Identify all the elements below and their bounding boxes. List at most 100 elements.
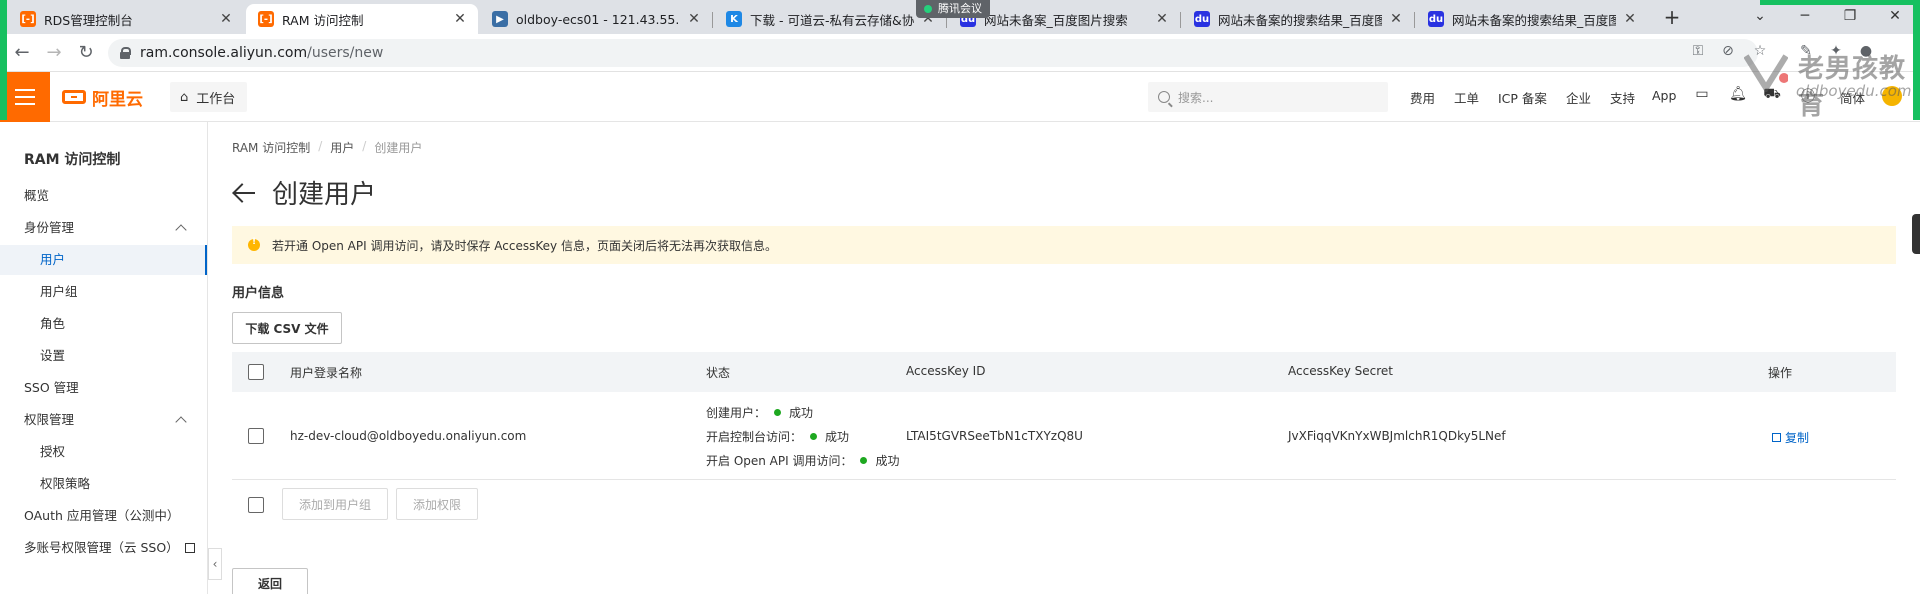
success-dot-icon	[774, 408, 782, 416]
home-icon: ⌂	[180, 89, 189, 105]
scroll-handle[interactable]	[1912, 214, 1920, 254]
meeting-badge[interactable]: 腾讯会议	[916, 0, 990, 18]
nav-enterprise[interactable]: 企业	[1566, 88, 1591, 107]
profile-icon[interactable]: ●	[1856, 43, 1876, 63]
sidebar-item-sso[interactable]: SSO 管理	[0, 373, 207, 403]
sidebar-item-roles[interactable]: 角色	[0, 309, 207, 339]
menu-icon[interactable]	[0, 72, 50, 122]
sidebar-collapse-button[interactable]: ‹	[208, 548, 222, 580]
page-header: 创建用户	[232, 174, 376, 211]
browser-tab-title: 网站未备案的搜索结果_百度图片	[1218, 12, 1382, 28]
accesskey-id: LTAI5tGVRSeeTbN1cTXYzQ8U	[906, 429, 1083, 443]
lock-icon	[120, 47, 131, 59]
help-icon[interactable]: ⓘ	[1798, 86, 1818, 106]
select-all-checkbox[interactable]	[248, 364, 264, 380]
browser-tab-title: oldboy-ecs01 - 121.43.55.12	[516, 11, 680, 27]
reload-icon[interactable]: ↻	[74, 41, 98, 65]
close-tab-icon[interactable]: ✕	[452, 11, 468, 27]
breadcrumb-ram[interactable]: RAM 访问控制	[232, 139, 310, 156]
nav-icp[interactable]: ICP 备案	[1498, 88, 1547, 107]
sidebar-item-grants[interactable]: 授权	[0, 437, 207, 467]
browser-tab-title: 网站未备案_百度图片搜索	[984, 12, 1128, 28]
browser-tab-ecs[interactable]: ▶ oldboy-ecs01 - 121.43.55.12 ✕	[480, 4, 712, 34]
success-dot-icon	[860, 456, 868, 464]
browser-tab-rds[interactable]: [-] RDS管理控制台 ✕	[8, 4, 244, 34]
url-field[interactable]: ram.console.aliyun.com/users/new	[108, 39, 1758, 67]
nav-ticket[interactable]: 工单	[1454, 88, 1479, 107]
sidebar-item-identity[interactable]: 身份管理	[0, 213, 207, 243]
sidebar-item-oauth[interactable]: OAuth 应用管理（公测中）	[0, 501, 207, 531]
sidebar-item-permissions[interactable]: 权限管理	[0, 405, 207, 435]
download-csv-button[interactable]: 下载 CSV 文件	[232, 312, 342, 344]
back-arrow-icon[interactable]	[232, 181, 256, 205]
sidebar-item-overview[interactable]: 概览	[0, 181, 207, 211]
breadcrumb-users[interactable]: 用户	[330, 139, 354, 156]
close-tab-icon[interactable]: ✕	[1154, 11, 1170, 27]
sidebar-item-label: 身份管理	[24, 220, 75, 235]
aliyun-favicon-icon: [-]	[20, 11, 36, 27]
screen-frame-left	[0, 0, 7, 120]
breadcrumb: RAM 访问控制 / 用户 / 创建用户	[232, 139, 422, 156]
baidu-favicon-icon: du	[1428, 11, 1444, 27]
browser-tab-baidu-2[interactable]: du 网站未备案的搜索结果_百度图片 ✕	[1182, 4, 1414, 34]
section-title: 用户信息	[232, 286, 285, 301]
copy-label: 复制	[1785, 431, 1810, 445]
browser-tab-kodcloud[interactable]: K 下载 - 可道云-私有云存储&协同 ✕	[714, 4, 946, 34]
aliyun-logo[interactable]: 阿里云	[62, 86, 143, 110]
bookmark-star-icon[interactable]: ☆	[1750, 43, 1770, 63]
restore-button[interactable]: ❐	[1830, 4, 1870, 28]
page-title: 创建用户	[272, 180, 377, 210]
avatar[interactable]	[1882, 86, 1902, 106]
extensions-icon[interactable]: ✎	[1796, 43, 1816, 63]
new-tab-button[interactable]: +	[1660, 6, 1684, 30]
search-placeholder: 搜索...	[1178, 90, 1214, 105]
puzzle-icon[interactable]: ✦	[1826, 43, 1846, 63]
browser-tab-title: 下载 - 可道云-私有云存储&协同	[750, 12, 914, 28]
key-icon[interactable]: ⚿	[1688, 43, 1708, 63]
close-tab-icon[interactable]: ✕	[1388, 11, 1404, 27]
column-actions: 操作	[1768, 366, 1793, 380]
close-tab-icon[interactable]: ✕	[218, 11, 234, 27]
breadcrumb-separator: /	[362, 139, 367, 153]
tab-search-icon[interactable]: ⌄	[1740, 4, 1780, 28]
table-header: 用户登录名称 状态 AccessKey ID AccessKey Secret …	[232, 352, 1896, 392]
browser-tab-baidu-3[interactable]: du 网站未备案的搜索结果_百度图片 ✕	[1416, 4, 1648, 34]
sidebar-item-settings[interactable]: 设置	[0, 341, 207, 371]
nav-billing[interactable]: 费用	[1410, 88, 1435, 107]
translate-icon[interactable]: ⊘	[1718, 43, 1738, 63]
status-item: 开启控制台访问： 成功	[706, 424, 900, 448]
bell-icon[interactable]: 🔔︎	[1728, 86, 1748, 106]
ssh-favicon-icon: ▶	[492, 11, 508, 27]
add-to-group-button[interactable]: 添加到用户组	[282, 488, 388, 520]
sidebar-item-cloud-sso[interactable]: 多账号权限管理（云 SSO）	[0, 533, 207, 563]
close-window-button[interactable]: ✕	[1875, 4, 1915, 28]
minimize-button[interactable]: ─	[1785, 4, 1825, 28]
sidebar-item-policies[interactable]: 权限策略	[0, 469, 207, 499]
cart-icon[interactable]: ⛟	[1762, 86, 1782, 106]
console-search-input[interactable]: 搜索...	[1148, 82, 1388, 112]
sidebar-item-user-groups[interactable]: 用户组	[0, 277, 207, 307]
footer-select-checkbox[interactable]	[248, 497, 264, 513]
copy-button[interactable]: 复制	[1772, 429, 1809, 446]
chevron-up-icon	[175, 416, 187, 428]
workbench-button[interactable]: ⌂ 工作台	[170, 82, 248, 112]
nav-app[interactable]: App	[1652, 88, 1676, 103]
return-button[interactable]: 返回	[232, 568, 308, 594]
sidebar-item-users[interactable]: 用户	[0, 245, 207, 275]
aliyun-logo-icon	[62, 90, 86, 104]
screen-frame-right	[1913, 0, 1920, 120]
language-switch[interactable]: 简体	[1840, 88, 1865, 107]
search-icon	[1158, 91, 1170, 103]
close-tab-icon[interactable]: ✕	[686, 11, 702, 27]
copy-icon	[1772, 433, 1781, 442]
back-icon[interactable]: ←	[10, 41, 34, 65]
terminal-icon[interactable]: ▭	[1692, 86, 1712, 106]
nav-support[interactable]: 支持	[1610, 88, 1635, 107]
add-permission-button[interactable]: 添加权限	[396, 488, 478, 520]
close-tab-icon[interactable]: ✕	[1622, 11, 1638, 27]
forward-icon[interactable]: →	[42, 41, 66, 65]
row-checkbox[interactable]	[248, 428, 264, 444]
breadcrumb-separator: /	[318, 139, 323, 153]
sidebar: RAM 访问控制 概览 身份管理 用户 用户组 角色 设置 SSO 管理 权限管…	[0, 122, 208, 594]
browser-tab-ram[interactable]: [-] RAM 访问控制 ✕	[246, 4, 478, 34]
